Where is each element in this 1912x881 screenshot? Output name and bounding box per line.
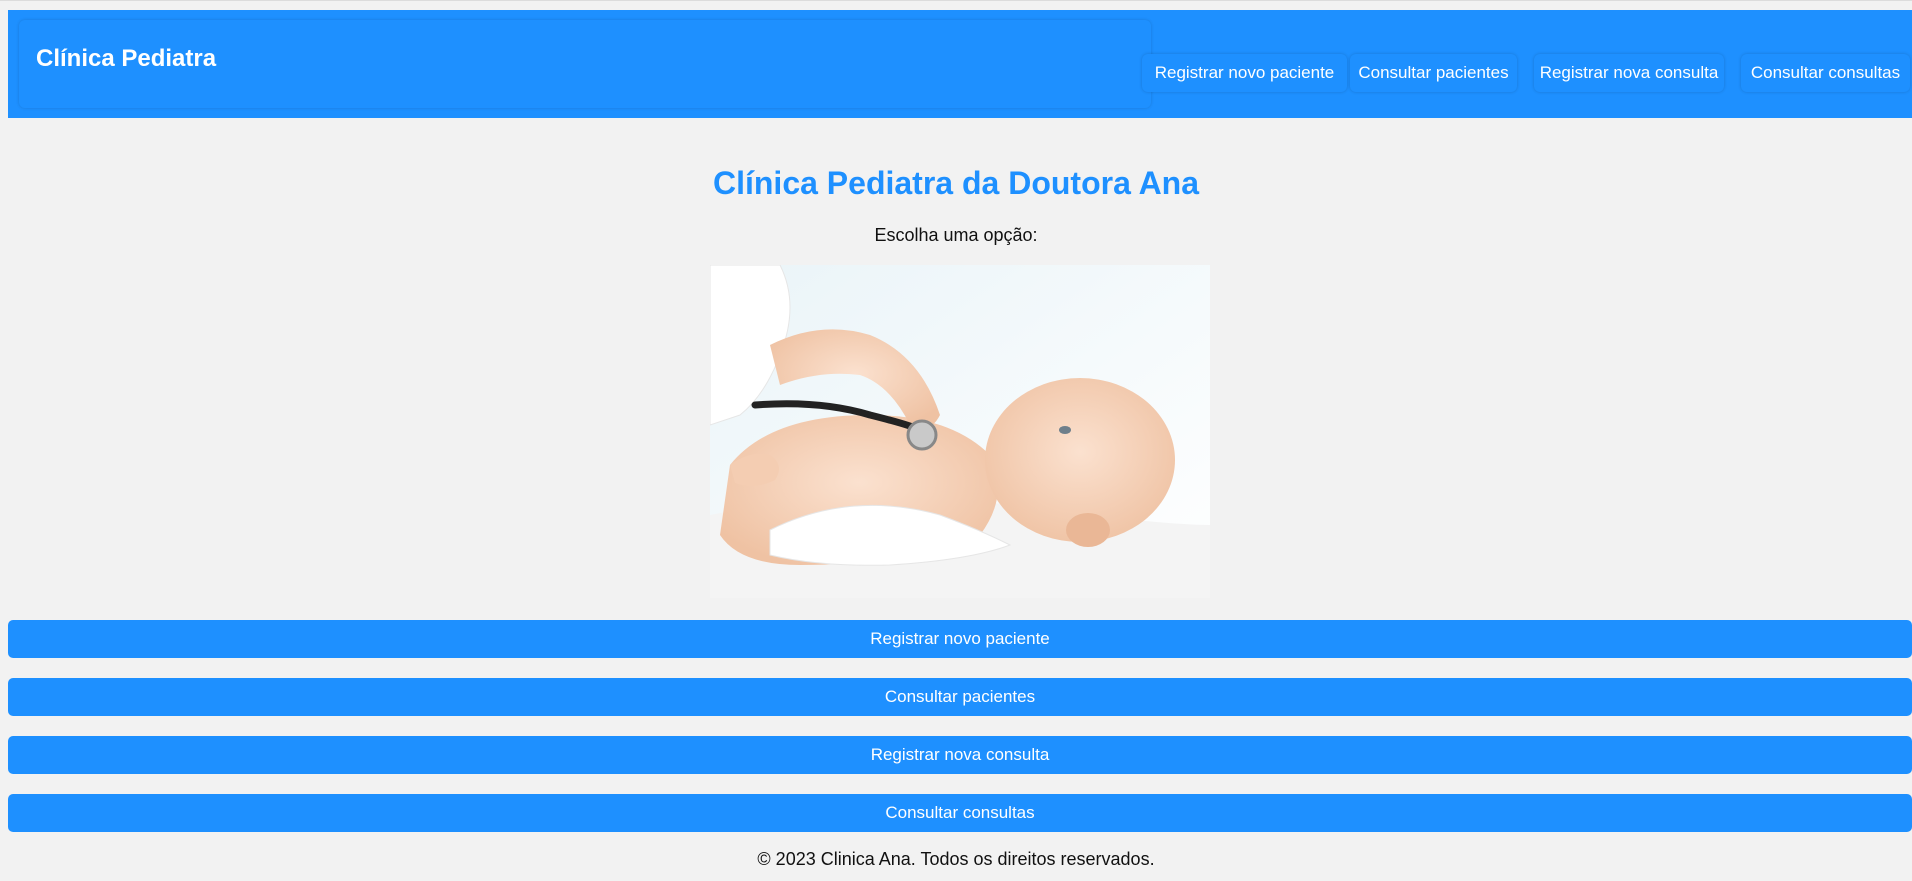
brand-title: Clínica Pediatra [36, 45, 217, 72]
registrar-paciente-button[interactable]: Registrar novo paciente [8, 620, 1912, 658]
brand-box: Clínica Pediatra [19, 20, 1151, 108]
hero-image [710, 265, 1210, 598]
nav-link-registrar-consulta[interactable]: Registrar nova consulta [1534, 54, 1724, 92]
browser-top-strip [0, 0, 1912, 8]
consultar-consultas-button[interactable]: Consultar consultas [8, 794, 1912, 832]
nav-link-consultar-consultas[interactable]: Consultar consultas [1741, 54, 1910, 92]
footer-text: © 2023 Clinica Ana. Todos os direitos re… [757, 849, 1155, 869]
navbar: Clínica Pediatra Registrar novo paciente… [8, 10, 1912, 118]
nav-link-consultar-pacientes[interactable]: Consultar pacientes [1350, 54, 1517, 92]
nav-link-registrar-paciente[interactable]: Registrar novo paciente [1142, 54, 1347, 92]
consultar-pacientes-button[interactable]: Consultar pacientes [8, 678, 1912, 716]
baby-stethoscope-photo-icon [710, 265, 1210, 598]
page-title: Clínica Pediatra da Doutora Ana [712, 165, 1200, 201]
page-subtitle: Escolha uma opção: [874, 225, 1038, 245]
registrar-consulta-button[interactable]: Registrar nova consulta [8, 736, 1912, 774]
